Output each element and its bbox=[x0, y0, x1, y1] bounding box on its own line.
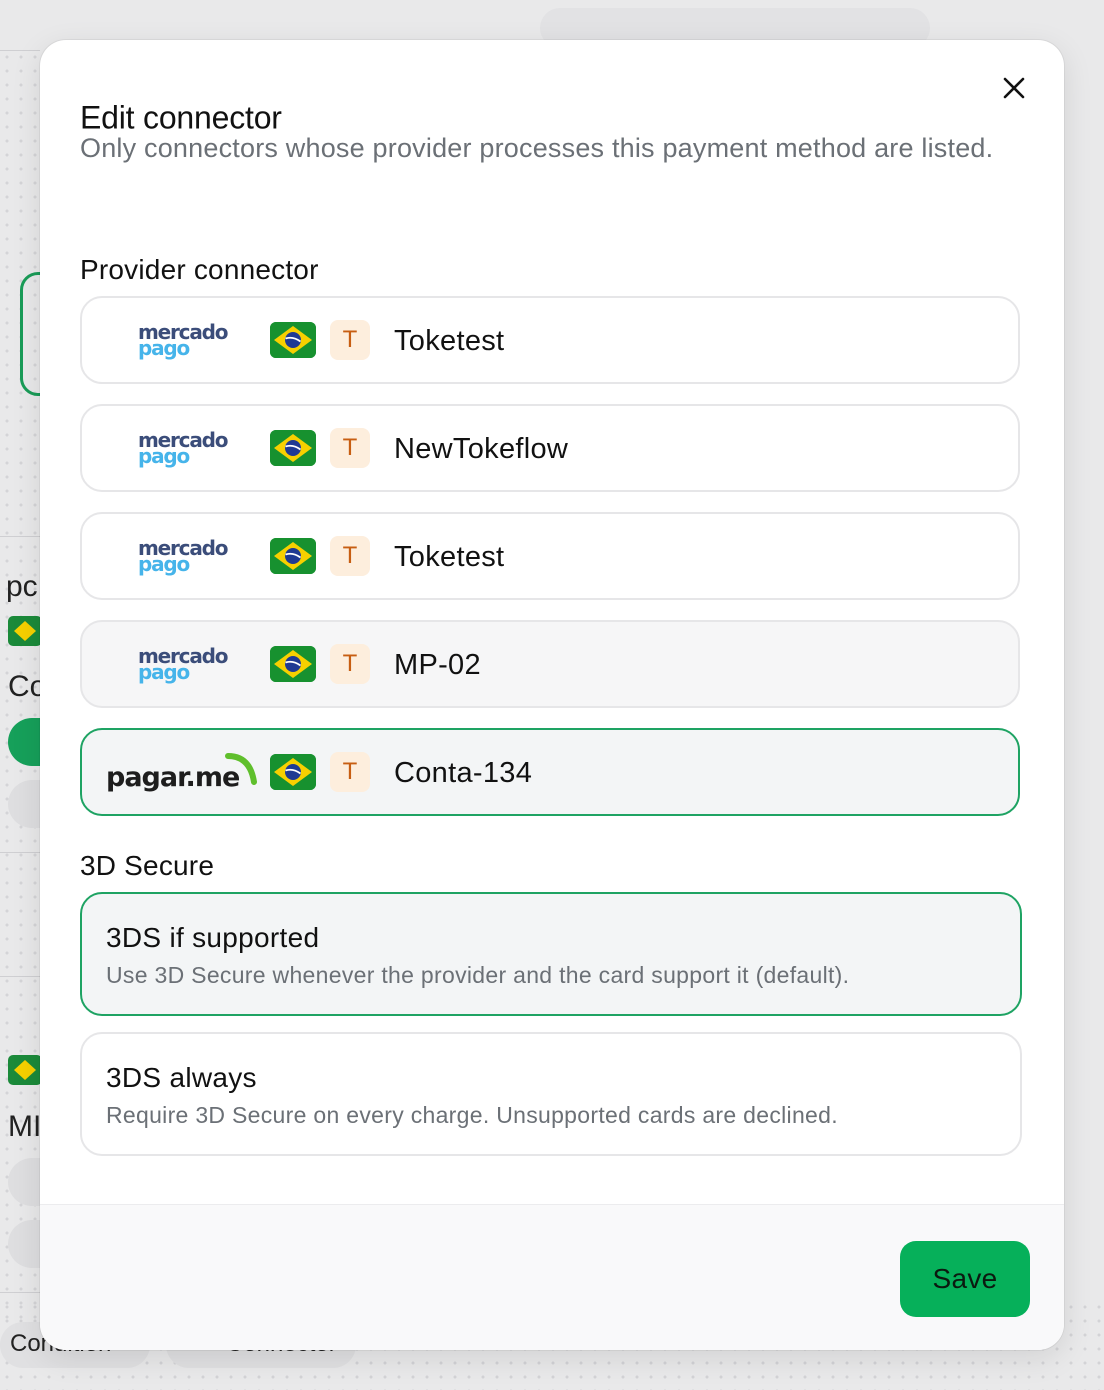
provider-connector-label: Provider connector bbox=[80, 254, 319, 285]
connector-type-badge: T bbox=[330, 644, 370, 684]
brazil-flag-icon bbox=[270, 322, 316, 358]
connector-option[interactable]: mercado pago T Toketest bbox=[80, 296, 1020, 384]
background-text: MI bbox=[8, 1110, 42, 1143]
connector-option[interactable]: mercado pago T NewTokeflow bbox=[80, 404, 1020, 492]
connector-name: Toketest bbox=[394, 325, 505, 357]
background-text: pc bbox=[6, 570, 38, 603]
connector-option[interactable]: mercado pago T Toketest bbox=[80, 512, 1020, 600]
mercado-pago-logo: mercado pago bbox=[138, 428, 228, 468]
save-button[interactable]: Save bbox=[900, 1241, 1030, 1317]
connector-option[interactable]: mercado pago T MP-02 bbox=[80, 620, 1020, 708]
brazil-flag-icon bbox=[270, 754, 316, 790]
connector-type-badge: T bbox=[330, 428, 370, 468]
connector-option[interactable]: pagar.me T Conta-134 bbox=[80, 728, 1020, 816]
divider bbox=[0, 50, 40, 51]
close-button[interactable] bbox=[998, 72, 1030, 104]
three-ds-option-title: 3DS if supported bbox=[106, 922, 320, 953]
mercado-pago-logo: mercado pago bbox=[138, 536, 228, 576]
connector-name: MP-02 bbox=[394, 649, 481, 681]
connector-type-badge: T bbox=[330, 320, 370, 360]
mercado-pago-logo: mercado pago bbox=[138, 644, 228, 684]
brazil-flag-icon bbox=[270, 646, 316, 682]
connector-type-badge: T bbox=[330, 752, 370, 792]
connector-name: Toketest bbox=[394, 541, 505, 573]
three-ds-option-description: Use 3D Secure whenever the provider and … bbox=[106, 962, 850, 988]
three-ds-option[interactable]: 3DS if supported Use 3D Secure whenever t… bbox=[80, 892, 1022, 1016]
three-ds-label: 3D Secure bbox=[80, 850, 215, 881]
brazil-flag-icon bbox=[8, 616, 42, 646]
three-ds-option-title: 3DS always bbox=[106, 1062, 257, 1093]
divider bbox=[0, 852, 40, 853]
connector-name: NewTokeflow bbox=[394, 433, 569, 465]
close-icon bbox=[1003, 77, 1025, 99]
brazil-flag-icon bbox=[270, 538, 316, 574]
mercado-pago-logo: mercado pago bbox=[138, 320, 228, 360]
divider bbox=[0, 536, 40, 537]
dialog-footer: Save bbox=[40, 1204, 1064, 1350]
divider bbox=[0, 976, 40, 977]
divider bbox=[0, 1292, 40, 1293]
three-ds-option[interactable]: 3DS always Require 3D Secure on every cha… bbox=[80, 1032, 1022, 1156]
brazil-flag-icon bbox=[8, 1055, 42, 1085]
three-ds-option-description: Require 3D Secure on every charge. Unsup… bbox=[106, 1102, 838, 1128]
connector-name: Conta-134 bbox=[394, 757, 533, 789]
dialog-description: Only connectors whose provider processes… bbox=[80, 133, 994, 163]
brazil-flag-icon bbox=[270, 430, 316, 466]
edit-connector-dialog: Edit connector Only connectors whose pro… bbox=[40, 40, 1064, 1350]
pagar-me-logo: pagar.me bbox=[106, 752, 266, 802]
connector-type-badge: T bbox=[330, 536, 370, 576]
